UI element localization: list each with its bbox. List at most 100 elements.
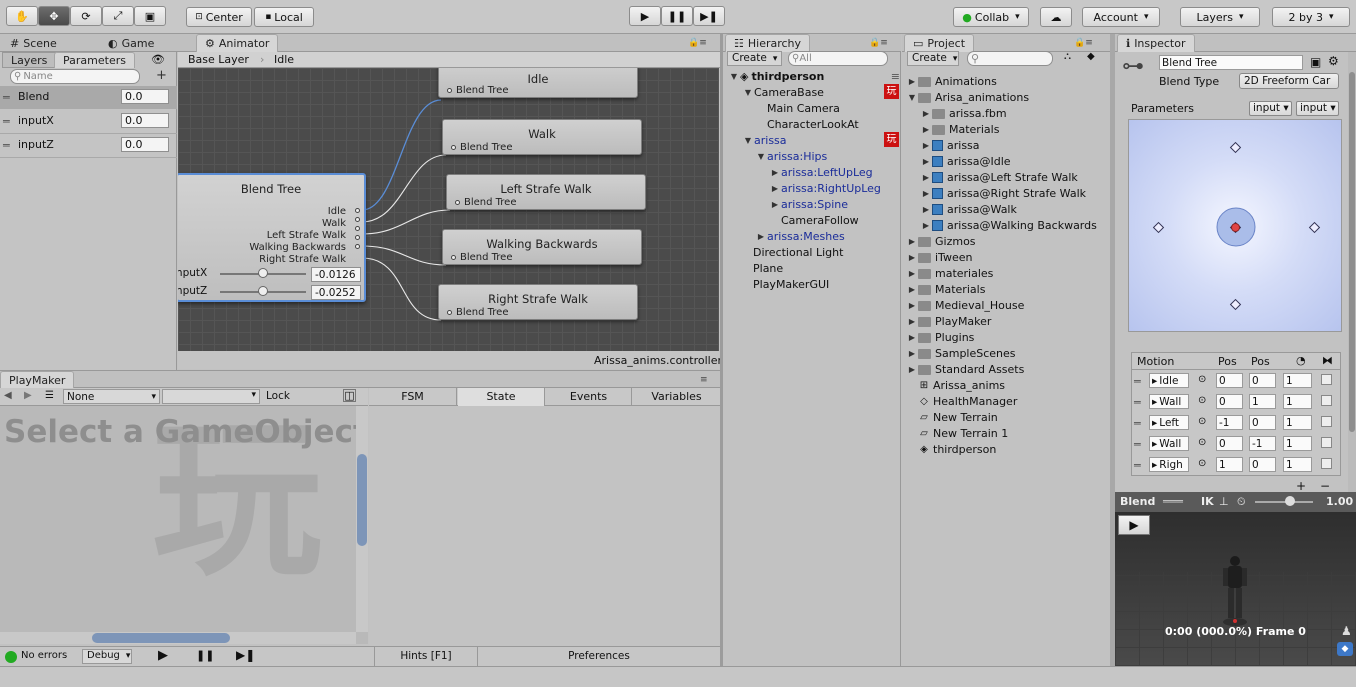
error-status[interactable]: No errors <box>21 650 67 661</box>
pos-y-field[interactable]: 0 <box>1249 457 1276 472</box>
scrollbar-thumb[interactable] <box>92 633 230 643</box>
state-select-dropdown[interactable] <box>162 389 260 404</box>
inputx-slider-thumb[interactable] <box>258 268 268 278</box>
idle-node[interactable]: Idle Blend Tree <box>438 68 638 98</box>
hierarchy-search-input[interactable]: ⚲ All <box>788 51 888 66</box>
project-item[interactable]: ◇ HealthManager <box>918 393 1017 409</box>
expand-triangle-icon[interactable]: ▶ <box>906 285 918 294</box>
add-parameter-icon[interactable]: + <box>156 68 167 83</box>
project-item[interactable]: ▶ arissa@Idle <box>920 153 1011 169</box>
expand-triangle-icon[interactable]: ▶ <box>906 301 918 310</box>
tab-animator[interactable]: ⚙ Animator <box>196 34 279 52</box>
gear-icon[interactable]: ⚙ <box>1328 54 1339 68</box>
hierarchy-item[interactable]: ▶ arissa:RightUpLeg <box>769 180 881 196</box>
output-port[interactable] <box>355 217 360 222</box>
speed-field[interactable]: 1 <box>1283 373 1312 388</box>
project-item[interactable]: ▶ arissa <box>920 137 980 153</box>
rect-tool-button[interactable]: ▣ <box>134 6 166 26</box>
hierarchy-item[interactable]: ▼ arissa:Hips <box>755 148 827 164</box>
parameter-search-input[interactable]: ⚲ Name <box>10 69 140 84</box>
project-item[interactable]: ▶ arissa@Left Strafe Walk <box>920 169 1078 185</box>
input-port[interactable] <box>451 145 456 150</box>
expand-triangle-icon[interactable]: ▶ <box>920 221 932 230</box>
project-item[interactable]: ⊞ Arissa_anims <box>918 377 1005 393</box>
expand-triangle-icon[interactable]: ▼ <box>742 88 754 97</box>
play-icon[interactable]: ▶ <box>158 648 168 663</box>
expand-triangle-icon[interactable]: ▼ <box>906 93 918 102</box>
tab-playmaker[interactable]: PlayMaker <box>0 371 75 389</box>
hierarchy-create-button[interactable]: Create <box>727 51 782 66</box>
forward-icon[interactable]: ▶ <box>24 390 32 401</box>
hierarchy-item[interactable]: CharacterLookAt <box>767 116 859 132</box>
hierarchy-item[interactable]: Plane <box>753 260 783 276</box>
project-item[interactable]: ▶ SampleScenes <box>906 345 1016 361</box>
input-port[interactable] <box>455 200 460 205</box>
project-item[interactable]: ▶ Animations <box>906 73 997 89</box>
speed-field[interactable]: 1 <box>1283 394 1312 409</box>
expand-triangle-icon[interactable]: ▶ <box>920 109 932 118</box>
project-item[interactable]: ▱ New Terrain <box>918 409 998 425</box>
project-item[interactable]: ▼ Arisa_animations <box>906 89 1029 105</box>
parameter-value[interactable]: 0.0 <box>121 89 169 104</box>
inputx-value-field[interactable]: -0.0126 <box>311 267 361 282</box>
expand-triangle-icon[interactable]: ▶ <box>920 189 932 198</box>
fsm-select-dropdown[interactable]: None <box>63 389 160 404</box>
animator-graph-canvas[interactable]: Idle Blend Tree Walk Blend Tree Left Straf… <box>178 68 719 351</box>
expand-triangle-icon[interactable]: ▶ <box>906 317 918 326</box>
hierarchy-scene-root[interactable]: ▼ ◈ thirdperson ≡ <box>728 68 900 84</box>
tab-game[interactable]: ◐ Game <box>100 34 162 52</box>
pivot-center-button[interactable]: ⊡ Center <box>186 7 252 27</box>
output-port[interactable] <box>355 226 360 231</box>
back-icon[interactable]: ◀ <box>4 390 12 401</box>
drag-handle-icon[interactable]: ═══ <box>1163 495 1183 508</box>
expand-triangle-icon[interactable]: ▶ <box>906 77 918 86</box>
project-item[interactable]: ▱ New Terrain 1 <box>918 425 1008 441</box>
project-item[interactable]: ▶ Plugins <box>906 329 974 345</box>
hand-tool-button[interactable]: ✋ <box>6 6 38 26</box>
hierarchy-item[interactable]: ▶ arissa:LeftUpLeg <box>769 164 873 180</box>
help-icon[interactable]: ▣ <box>1310 55 1321 69</box>
project-item[interactable]: ▶ arissa.fbm <box>920 105 1007 121</box>
pos-x-field[interactable]: 1 <box>1216 457 1243 472</box>
mirror-checkbox[interactable] <box>1321 395 1332 406</box>
vertical-scrollbar[interactable] <box>356 406 368 632</box>
tab-events[interactable]: Events <box>546 388 632 406</box>
preferences-button[interactable]: Preferences <box>478 647 720 666</box>
right-strafe-node[interactable]: Right Strafe Walk Blend Tree <box>438 284 638 320</box>
pos-x-field[interactable]: -1 <box>1216 415 1243 430</box>
collab-dropdown[interactable]: ● Collab <box>953 7 1029 27</box>
output-port[interactable] <box>355 208 360 213</box>
expand-triangle-icon[interactable]: ▶ <box>920 157 932 166</box>
pause-button[interactable]: ❚❚ <box>661 6 693 26</box>
drag-handle-icon[interactable]: ═ <box>3 139 10 152</box>
project-item[interactable]: ▶ PlayMaker <box>906 313 992 329</box>
pos-x-field[interactable]: 0 <box>1216 394 1243 409</box>
speed-field[interactable]: 1 <box>1283 457 1312 472</box>
breadcrumb-idle[interactable]: Idle <box>274 52 294 68</box>
project-item[interactable]: ▶ Gizmos <box>906 233 976 249</box>
pos-y-field[interactable]: -1 <box>1249 436 1276 451</box>
input-port[interactable] <box>447 88 452 93</box>
filter-type-icon[interactable]: ⛬ <box>1064 51 1071 62</box>
project-item[interactable]: ▶ Materials <box>906 281 986 297</box>
lock-icon[interactable]: 🔒≡ <box>688 38 707 48</box>
expand-triangle-icon[interactable]: ▶ <box>769 200 781 209</box>
tab-scene[interactable]: # Scene <box>2 34 65 52</box>
play-button[interactable]: ▶ <box>629 6 661 26</box>
project-item[interactable]: ◈ thirdperson <box>918 441 996 457</box>
project-item[interactable]: ▶ arissa@Right Strafe Walk <box>920 185 1086 201</box>
project-item[interactable]: ▶ iTween <box>906 249 973 265</box>
speed-field[interactable]: 1 <box>1283 436 1312 451</box>
pause-icon[interactable]: ❚❚ <box>196 649 214 662</box>
pivot-icon[interactable]: ⊥ <box>1219 495 1229 508</box>
tag-icon[interactable]: ◆ <box>1337 642 1353 656</box>
drag-handle-icon[interactable]: ═ <box>1134 375 1141 388</box>
tab-inspector[interactable]: ℹ Inspector <box>1117 34 1195 52</box>
project-create-button[interactable]: Create <box>907 51 959 66</box>
cloud-button[interactable]: ☁ <box>1040 7 1072 27</box>
mirror-checkbox[interactable] <box>1321 416 1332 427</box>
ik-toggle[interactable]: IK <box>1201 495 1214 508</box>
project-item[interactable]: ▶ Materials <box>920 121 1000 137</box>
expand-triangle-icon[interactable]: ▶ <box>920 205 932 214</box>
expand-triangle-icon[interactable]: ▶ <box>906 365 918 374</box>
